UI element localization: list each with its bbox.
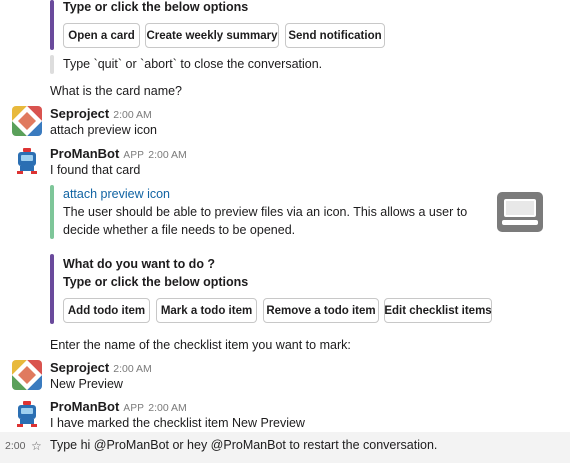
username[interactable]: Seproject [50,360,109,375]
edit-checklist-items-button[interactable]: Edit checklist items [384,298,492,323]
app-badge: APP [123,403,145,414]
seproject-avatar-icon[interactable] [12,106,42,136]
message-header: ProManBot APP 2:00 AM [50,399,187,414]
send-notification-button[interactable]: Send notification [285,23,385,48]
prompt-subheading: Type or click the below options [63,275,249,289]
message-text: I have marked the checklist item New Pre… [50,416,305,430]
card-description-line: The user should be able to preview files… [63,205,468,219]
question-checklist-item: Enter the name of the checklist item you… [50,338,351,352]
username[interactable]: ProManBot [50,399,119,414]
message-header: Seproject 2:00 AM [50,106,152,121]
timestamp[interactable]: 2:00 AM [113,109,152,121]
message-header: Seproject 2:00 AM [50,360,152,375]
timestamp[interactable]: 2:00 AM [148,402,187,414]
timestamp[interactable]: 2:00 AM [113,363,152,375]
card-title-link[interactable]: attach preview icon [63,187,170,201]
promanbot-avatar-icon[interactable] [12,146,42,176]
seproject-avatar-icon[interactable] [12,360,42,390]
add-todo-item-button[interactable]: Add todo item [63,298,150,323]
remove-todo-item-button[interactable]: Remove a todo item [263,298,379,323]
card-description-line: decide whether a file needs to be opened… [63,223,296,237]
app-badge: APP [123,150,145,161]
note-bar [50,55,54,74]
create-weekly-summary-button[interactable]: Create weekly summary [145,23,279,48]
message-text: Type hi @ProManBot or hey @ProManBot to … [50,438,438,452]
laptop-preview-icon [496,191,544,236]
star-icon[interactable]: ☆ [31,439,42,453]
timestamp[interactable]: 2:00 AM [148,149,187,161]
hover-timestamp[interactable]: 2:00 [5,440,25,452]
message-text: I found that card [50,163,141,177]
message-text: attach preview icon [50,123,158,137]
message-text: New Preview [50,377,123,391]
mark-todo-item-button[interactable]: Mark a todo item [156,298,257,323]
close-note: Type `quit` or `abort` to close the conv… [63,57,323,71]
prompt-attachment-bar [50,254,54,324]
options-heading: Type or click the below options [63,0,249,14]
username[interactable]: ProManBot [50,146,119,161]
message-header: ProManBot APP 2:00 AM [50,146,187,161]
username[interactable]: Seproject [50,106,109,121]
question-card-name: What is the card name? [50,84,183,98]
open-card-button[interactable]: Open a card [63,23,140,48]
card-attachment-bar [50,185,54,239]
promanbot-avatar-icon[interactable] [12,399,42,429]
prompt-heading: What do you want to do ? [63,257,216,271]
attachment-bar [50,0,54,50]
